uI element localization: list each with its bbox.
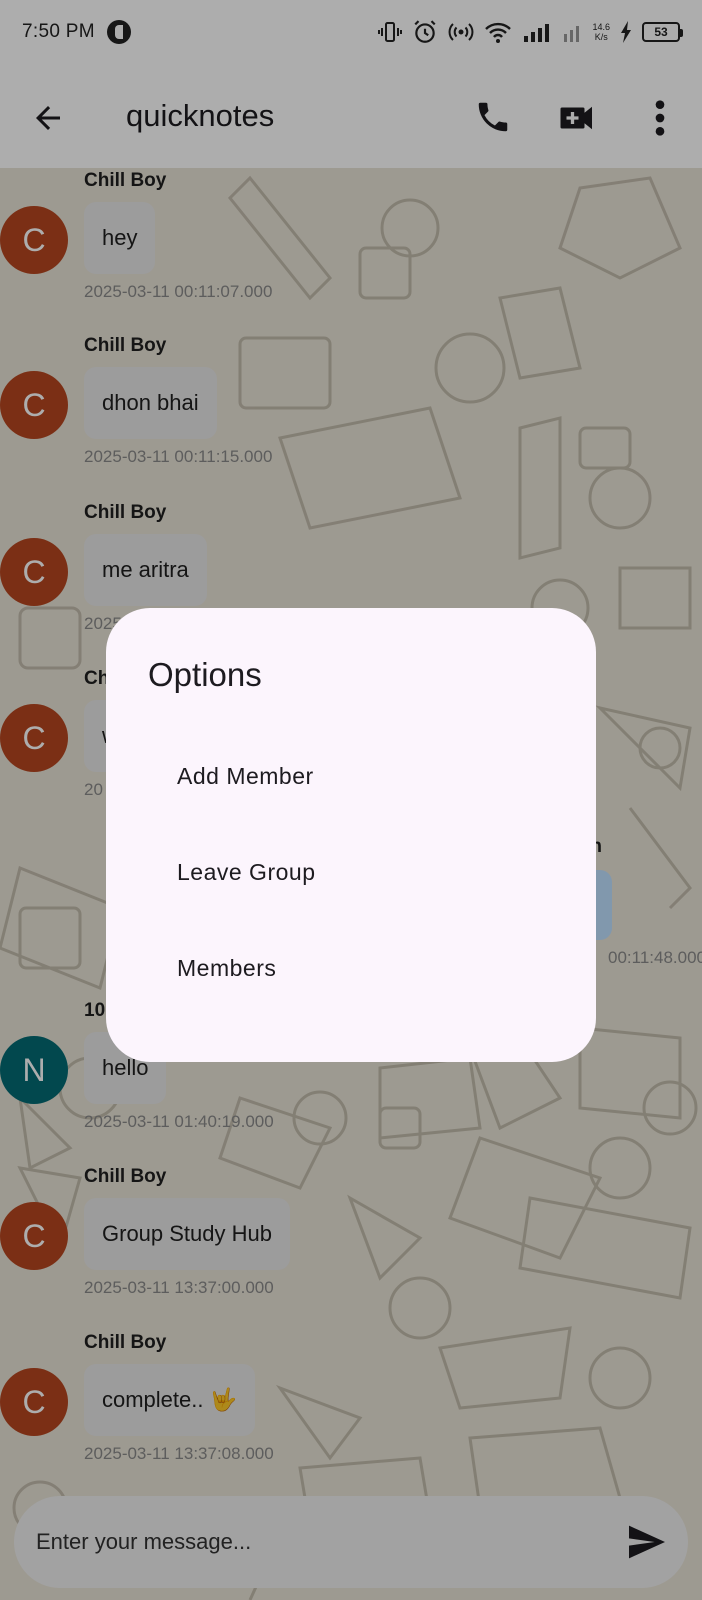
option-members[interactable]: Members [106, 920, 596, 1016]
options-dialog: Options Add Member Leave Group Members [106, 608, 596, 1062]
option-leave-group[interactable]: Leave Group [106, 824, 596, 920]
dialog-title: Options [148, 656, 262, 693]
option-add-member[interactable]: Add Member [106, 728, 596, 824]
